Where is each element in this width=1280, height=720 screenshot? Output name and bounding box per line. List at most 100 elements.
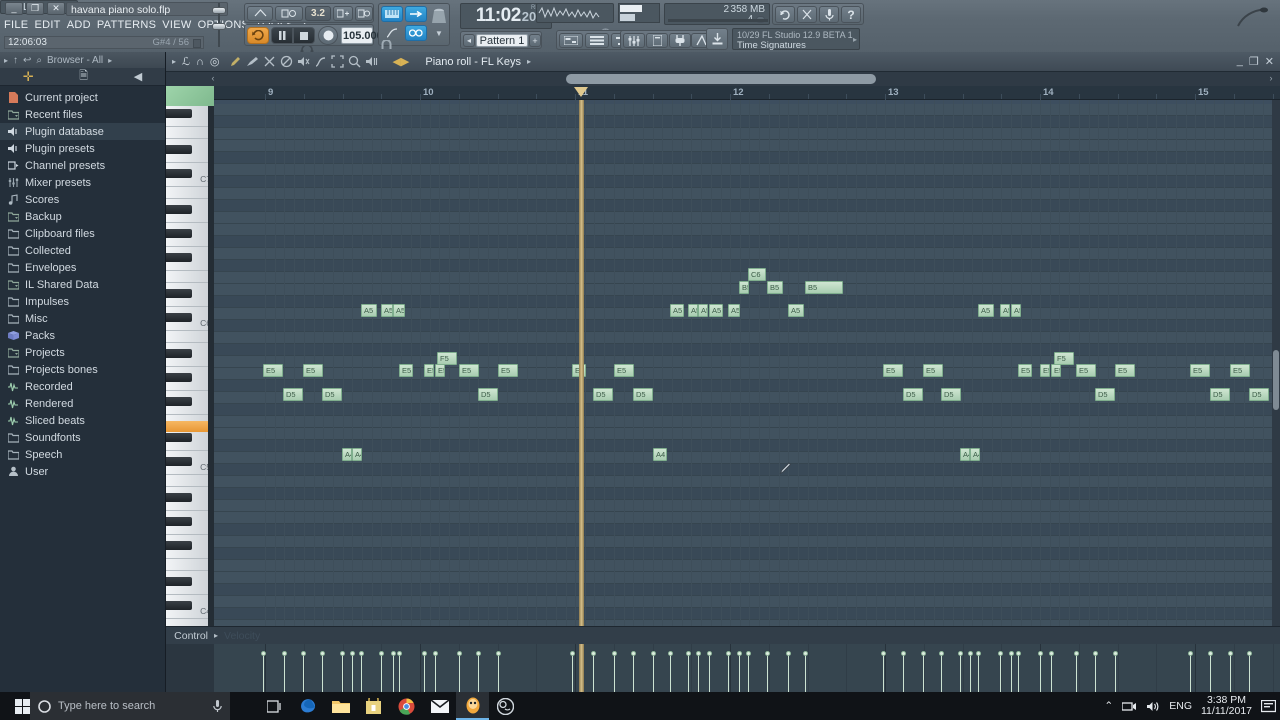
velocity-handle[interactable]	[968, 651, 973, 656]
chrome-icon[interactable]	[390, 692, 423, 720]
plugin-picker-icon[interactable]	[669, 33, 691, 48]
note[interactable]: D5	[283, 388, 303, 401]
velocity-handle[interactable]	[570, 651, 575, 656]
target-icon[interactable]: ◎	[210, 55, 220, 68]
browser-item-recent-files[interactable]: Recent files	[0, 106, 165, 123]
obs-icon[interactable]	[489, 692, 522, 720]
velocity-handle[interactable]	[261, 651, 266, 656]
velocity-handle[interactable]	[726, 651, 731, 656]
playlist-icon[interactable]	[559, 33, 583, 48]
note[interactable]: A5	[670, 304, 684, 317]
slide-tool-icon[interactable]	[314, 55, 327, 68]
note[interactable]: D5	[322, 388, 342, 401]
edge-icon[interactable]	[291, 692, 324, 720]
note[interactable]: A4	[960, 448, 970, 461]
menu-patterns[interactable]: PATTERNS	[97, 19, 156, 31]
highlighted-key[interactable]	[166, 421, 208, 432]
black-key[interactable]	[166, 397, 192, 406]
menu-view[interactable]: VIEW	[162, 19, 191, 31]
countdown-button[interactable]	[355, 6, 373, 21]
velocity-handle[interactable]	[422, 651, 427, 656]
vscroll-thumb[interactable]	[1273, 350, 1279, 410]
pattern-name[interactable]: Pattern 1	[476, 34, 528, 47]
velocity-handle[interactable]	[591, 651, 596, 656]
note[interactable]: A5	[1000, 304, 1010, 317]
pencil-icon[interactable]	[229, 55, 242, 68]
note[interactable]: E5	[459, 364, 479, 377]
note[interactable]: A5	[709, 304, 723, 317]
help-button[interactable]: ?	[841, 6, 861, 23]
note[interactable]: E5	[303, 364, 323, 377]
velocity-handle[interactable]	[1074, 651, 1079, 656]
browser-item-il-shared-data[interactable]: IL Shared Data	[0, 276, 165, 293]
slide-icon[interactable]	[381, 25, 403, 41]
pr-close-button[interactable]: ✕	[1265, 55, 1274, 68]
note[interactable]: E5	[1115, 364, 1135, 377]
mail-icon[interactable]	[423, 692, 456, 720]
playback-icon[interactable]	[365, 55, 378, 68]
pr-maximize-button[interactable]: ❐	[1249, 55, 1259, 68]
velocity-handle[interactable]	[746, 651, 751, 656]
maximize-button[interactable]: ❐	[26, 2, 44, 15]
note[interactable]: A5	[698, 304, 708, 317]
store-icon[interactable]	[357, 692, 390, 720]
delete-icon[interactable]	[280, 55, 293, 68]
slice-icon[interactable]	[263, 55, 276, 68]
time-ruler[interactable]: 9 10 11 12 13 14 15	[214, 86, 1280, 103]
browser-item-projects-bones[interactable]: Projects bones	[0, 361, 165, 378]
link-icon[interactable]	[405, 25, 427, 41]
control-value[interactable]: Velocity	[218, 630, 260, 642]
note[interactable]: E5	[435, 364, 445, 377]
velocity-handle[interactable]	[320, 651, 325, 656]
browser-item-current-project[interactable]: Current project	[0, 89, 165, 106]
note[interactable]: D5	[633, 388, 653, 401]
browser-item-speech[interactable]: Speech	[0, 446, 165, 463]
browser-menu-arrow[interactable]: ▸	[108, 56, 112, 65]
note[interactable]: E5	[399, 364, 413, 377]
note[interactable]: E5	[498, 364, 518, 377]
pattern-prev-button[interactable]: ◂	[463, 34, 475, 47]
velocity-handle[interactable]	[1247, 651, 1252, 656]
magnet-icon[interactable]: ∩	[196, 56, 204, 68]
black-key[interactable]	[166, 109, 192, 118]
browser-item-impulses[interactable]: Impulses	[0, 293, 165, 310]
browser-item-collected[interactable]: Collected	[0, 242, 165, 259]
black-key[interactable]	[166, 493, 192, 502]
velocity-handle[interactable]	[803, 651, 808, 656]
note[interactable]: E5	[263, 364, 283, 377]
velocity-handle[interactable]	[976, 651, 981, 656]
piano-keybed[interactable]: C7 C6 C5 C4	[166, 86, 214, 626]
browser-item-backup[interactable]: Backup	[0, 208, 165, 225]
velocity-handle[interactable]	[1113, 651, 1118, 656]
metronome-button[interactable]	[275, 6, 303, 21]
play-pause-button[interactable]	[271, 27, 293, 44]
browser-item-clipboard-files[interactable]: Clipboard files	[0, 225, 165, 242]
master-pitch-slider[interactable]	[212, 3, 226, 47]
language-indicator[interactable]: ENG	[1169, 700, 1192, 712]
velocity-handle[interactable]	[433, 651, 438, 656]
note[interactable]: A4	[653, 448, 667, 461]
velocity-handle[interactable]	[765, 651, 770, 656]
velocity-handle[interactable]	[921, 651, 926, 656]
channel-icon[interactable]: ◀▶	[392, 55, 409, 68]
mute-icon[interactable]	[297, 55, 310, 68]
note[interactable]: E5	[923, 364, 943, 377]
stop-button[interactable]	[293, 27, 315, 44]
black-key[interactable]	[166, 373, 192, 382]
mixer-icon[interactable]	[623, 33, 645, 48]
velocity-handle[interactable]	[707, 651, 712, 656]
velocity-handle[interactable]	[631, 651, 636, 656]
velocity-handle[interactable]	[651, 651, 656, 656]
velocity-handle[interactable]	[939, 651, 944, 656]
velocity-handle[interactable]	[786, 651, 791, 656]
menu-file[interactable]: FILE	[4, 19, 28, 31]
prmenu-arrow-icon[interactable]: ▸	[172, 57, 176, 66]
browser-item-plugin-database[interactable]: Plugin database	[0, 123, 165, 140]
pattern-next-button[interactable]: +	[529, 34, 541, 47]
wrench-icon[interactable]: ℒ	[182, 55, 190, 68]
velocity-handle[interactable]	[668, 651, 673, 656]
typing-keyboard-button[interactable]	[247, 6, 273, 21]
velocity-handle[interactable]	[1016, 651, 1021, 656]
black-key[interactable]	[166, 349, 192, 358]
black-key[interactable]	[166, 577, 192, 586]
